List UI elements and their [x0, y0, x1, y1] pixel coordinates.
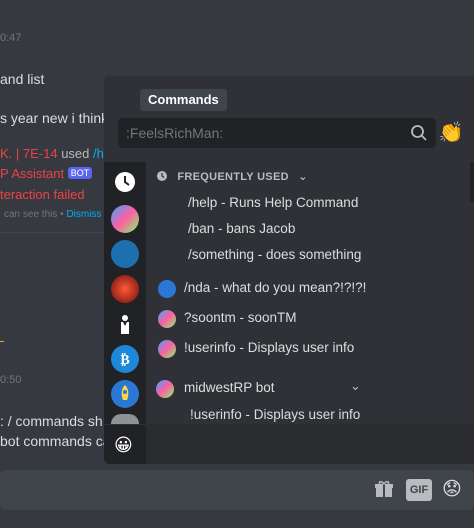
- svg-text:₿: ₿: [120, 352, 129, 368]
- command-item[interactable]: ?soontm - soonTM: [184, 310, 297, 325]
- chevron-down-icon[interactable]: ⌄: [350, 378, 361, 394]
- command-item[interactable]: /help - Runs Help Command: [188, 195, 358, 210]
- message-text: and list: [0, 71, 45, 87]
- rocket-bot-icon: [158, 280, 176, 298]
- message-text: bot commands ca: [0, 433, 111, 449]
- rocket-bot-icon[interactable]: [111, 380, 139, 408]
- search-input[interactable]: [118, 118, 398, 148]
- bitcoin-bot-icon[interactable]: ₿: [111, 345, 139, 373]
- butler-bot-icon[interactable]: [111, 310, 139, 338]
- sidebar-bottom: 😀: [104, 424, 146, 464]
- mention-marker: [0, 341, 4, 342]
- frequently-used-clock-icon[interactable]: [111, 168, 139, 196]
- message-text: : / commands sh: [0, 413, 103, 429]
- bot-avatar-icon[interactable]: [111, 240, 139, 268]
- bot-avatar-icon: [156, 380, 174, 398]
- command-list: FREQUENTLY USED ⌄ /help - Runs Help Comm…: [146, 162, 474, 424]
- popup-title: Commands: [140, 89, 227, 111]
- command-item[interactable]: !userinfo - Displays user info: [184, 340, 354, 355]
- command-item[interactable]: /nda - what do you mean?!?!?!: [184, 280, 366, 295]
- bot-avatar-icon[interactable]: [111, 414, 139, 424]
- bot-avatar-icon[interactable]: [111, 205, 139, 233]
- clock-icon: [157, 171, 167, 181]
- reply-author[interactable]: K. | 7E-14: [0, 146, 58, 161]
- ephemeral-note: can see this •: [4, 209, 64, 220]
- command-item[interactable]: /something - does something: [188, 247, 361, 262]
- scrollbar[interactable]: [470, 162, 474, 202]
- section-midwestrp-bot[interactable]: midwestRP bot: [184, 380, 275, 395]
- command-item[interactable]: /ban - bans Jacob: [188, 221, 295, 236]
- dismiss-link[interactable]: Dismiss: [66, 209, 101, 220]
- section-label: FREQUENTLY USED: [177, 171, 289, 183]
- section-frequently-used[interactable]: FREQUENTLY USED ⌄: [156, 170, 308, 183]
- gift-icon[interactable]: [374, 479, 394, 501]
- error-text: teraction failed: [0, 187, 85, 202]
- search-icon: [411, 125, 427, 141]
- chevron-down-icon: ⌄: [298, 171, 308, 183]
- divider: [0, 232, 104, 233]
- command-sources-sidebar: ₿ 😀: [104, 162, 146, 464]
- bot-avatar-icon: [158, 340, 176, 358]
- bot-name[interactable]: P Assistant: [0, 166, 64, 181]
- popup-footer: [146, 424, 474, 464]
- commands-popup: Commands 👏 ₿ 😀: [104, 76, 474, 464]
- reply-used-label: used: [61, 146, 90, 161]
- bot-avatar-icon[interactable]: [111, 275, 139, 303]
- bot-avatar-icon: [158, 310, 176, 328]
- popup-header: Commands 👏: [104, 76, 474, 162]
- message-composer: GIF 😟: [0, 470, 474, 510]
- message-text: s year new i think: [0, 110, 109, 126]
- bot-badge: BOT: [67, 167, 93, 179]
- emoji-picker-button[interactable]: 😟: [442, 479, 462, 501]
- gif-button[interactable]: GIF: [406, 479, 432, 501]
- message-timestamp: 0:47: [0, 32, 22, 44]
- command-item[interactable]: !userinfo - Displays user info: [190, 407, 360, 422]
- message-timestamp: 0:50: [0, 374, 22, 386]
- clap-emoji-button[interactable]: 👏: [438, 120, 464, 146]
- search-bar: [118, 118, 436, 148]
- smile-icon[interactable]: 😀: [114, 434, 133, 456]
